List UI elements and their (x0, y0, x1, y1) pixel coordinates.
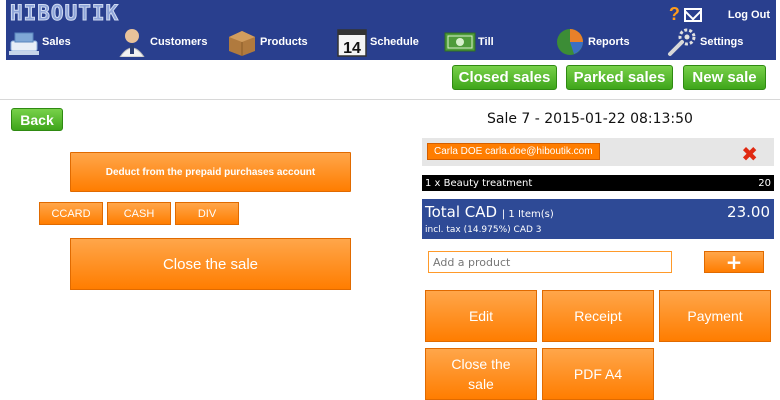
sale-line-row[interactable]: 1 x Beauty treatment 20 (422, 175, 774, 191)
nav-item-sales[interactable]: Sales (8, 26, 71, 58)
sale-line-amount: 20 (758, 177, 771, 189)
close-sale-action-button[interactable]: Close the sale (425, 348, 537, 400)
add-product-plus-button[interactable]: + (704, 250, 764, 274)
calendar-day: 14 (343, 40, 361, 57)
new-sale-button[interactable]: New sale (683, 65, 766, 90)
money-icon (444, 27, 476, 57)
pie-chart-icon (554, 27, 586, 57)
customer-bar: Carla DOE carla.doe@hiboutik.com ✖ (422, 138, 774, 166)
total-currency-label: Total CAD (425, 203, 498, 221)
nav-label-schedule: Schedule (370, 36, 419, 48)
payment-button[interactable]: Payment (659, 290, 771, 342)
payment-ccard-button[interactable]: CCARD (39, 202, 103, 225)
add-product-input[interactable] (428, 251, 672, 273)
user-icon (116, 27, 148, 58)
toolbar-divider (0, 99, 780, 100)
close-sale-main-button[interactable]: Close the sale (70, 238, 351, 290)
total-amount: 23.00 (727, 203, 770, 221)
customer-tag[interactable]: Carla DOE carla.doe@hiboutik.com (427, 143, 600, 160)
nav-label-settings: Settings (700, 36, 744, 48)
nav-item-reports[interactable]: Reports (554, 26, 630, 58)
envelope-icon[interactable] (683, 7, 702, 22)
nav-item-products[interactable]: Products (226, 26, 308, 58)
calendar-icon: 14 (336, 27, 368, 57)
total-box: Total CAD | 1 Item(s) 23.00 incl. tax (1… (422, 199, 774, 239)
receipt-button[interactable]: Receipt (542, 290, 654, 342)
nav-label-sales: Sales (42, 36, 71, 48)
top-links: ? Log Out (669, 4, 770, 25)
payment-div-button[interactable]: DIV (175, 202, 239, 225)
parked-sales-button[interactable]: Parked sales (566, 65, 673, 90)
payment-cash-button[interactable]: CASH (107, 202, 171, 225)
cash-register-icon (8, 27, 40, 57)
sale-line-description: 1 x Beauty treatment (425, 177, 533, 189)
nav-item-schedule[interactable]: 14 Schedule (336, 26, 419, 58)
total-items-count: | 1 Item(s) (501, 209, 554, 220)
top-nav-bar: HIBOUTIK ? Log Out Sales Customers Produ… (6, 0, 776, 60)
wrench-icon (666, 27, 698, 57)
pdf-a4-button[interactable]: PDF A4 (542, 348, 654, 400)
nav-item-settings[interactable]: Settings (666, 26, 743, 58)
edit-button[interactable]: Edit (425, 290, 537, 342)
logout-link[interactable]: Log Out (728, 9, 770, 21)
closed-sales-button[interactable]: Closed sales (452, 65, 557, 90)
nav-label-till: Till (478, 36, 494, 48)
remove-customer-icon[interactable]: ✖ (741, 142, 758, 166)
help-icon[interactable]: ? (669, 4, 680, 25)
sale-title: Sale 7 - 2015-01-22 08:13:50 (487, 111, 693, 127)
tax-line: incl. tax (14.975%) CAD 3 (425, 225, 542, 235)
deduct-prepaid-button[interactable]: Deduct from the prepaid purchases accoun… (70, 152, 351, 192)
back-button[interactable]: Back (11, 108, 63, 131)
nav-label-reports: Reports (588, 36, 630, 48)
nav-label-products: Products (260, 36, 308, 48)
nav-label-customers: Customers (150, 36, 208, 48)
nav-item-till[interactable]: Till (444, 26, 494, 58)
total-label: Total CAD | 1 Item(s) (425, 203, 554, 221)
box-icon (226, 27, 258, 57)
nav-item-customers[interactable]: Customers (116, 26, 207, 58)
app-logo: HIBOUTIK (9, 1, 120, 26)
